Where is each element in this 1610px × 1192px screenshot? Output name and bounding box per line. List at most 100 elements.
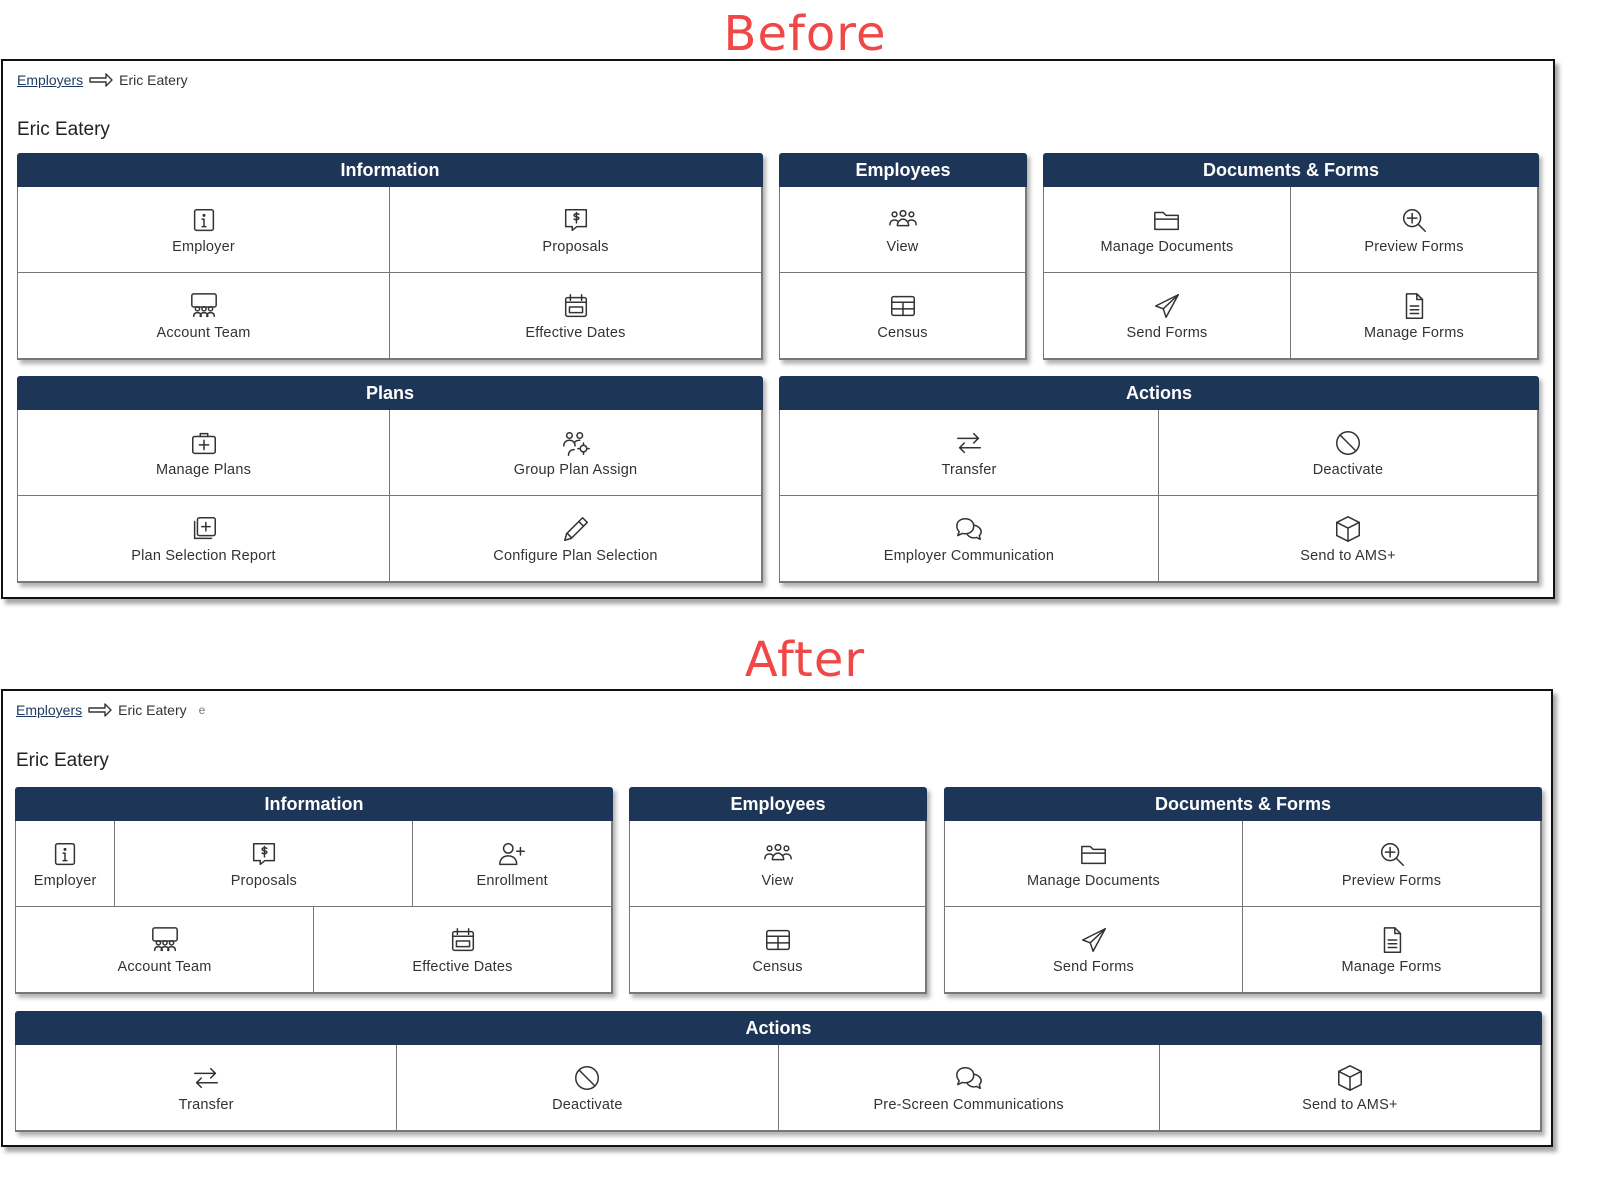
send-to-ams-tile[interactable]: Send to AMS+ xyxy=(1159,496,1538,582)
proposals-tile[interactable]: Proposals xyxy=(115,821,414,907)
transfer-tile[interactable]: Transfer xyxy=(16,1045,398,1131)
group-gear-icon xyxy=(561,428,591,458)
tile-label: Employer xyxy=(172,238,235,255)
tile-label: Group Plan Assign xyxy=(513,461,638,478)
manage-forms-tile[interactable]: Manage Forms xyxy=(1291,273,1538,359)
pre-screen-communications-tile[interactable]: Pre-Screen Communications xyxy=(778,1045,1160,1131)
account-team-tile[interactable]: Account Team xyxy=(16,907,314,993)
tile-label: Manage Forms xyxy=(1341,958,1442,975)
tile-label: Manage Plans xyxy=(155,461,252,478)
send-forms-tile[interactable]: Send Forms xyxy=(1044,273,1291,359)
pencil-icon xyxy=(561,514,591,544)
tile-label: Preview Forms xyxy=(1341,872,1442,889)
breadcrumb-current: Eric Eatery xyxy=(118,702,187,718)
transfer-arrows-icon xyxy=(954,428,984,458)
panel-header: Plans xyxy=(17,376,763,410)
manage-forms-tile[interactable]: Manage Forms xyxy=(1243,907,1541,993)
tile-label: Send to AMS+ xyxy=(1302,1096,1398,1113)
team-icon xyxy=(189,291,219,321)
actions-panel: Actions Transfer Deactivate Pre-Screen C… xyxy=(15,1011,1542,1132)
preview-forms-tile[interactable]: Preview Forms xyxy=(1291,187,1538,273)
send-to-ams-tile[interactable]: Send to AMS+ xyxy=(1159,1045,1541,1131)
zoom-in-icon xyxy=(1399,205,1429,235)
layers-plus-icon xyxy=(189,514,219,544)
breadcrumb-employers-link[interactable]: Employers xyxy=(16,702,82,718)
stray-text: e xyxy=(198,703,206,717)
tile-label: Effective Dates xyxy=(525,324,626,341)
view-tile[interactable]: View xyxy=(630,821,926,907)
census-tile[interactable]: Census xyxy=(630,907,926,993)
tile-label: Manage Documents xyxy=(1027,872,1160,889)
account-team-tile[interactable]: Account Team xyxy=(18,273,390,359)
census-tile[interactable]: Census xyxy=(780,273,1026,359)
panel-header: Employees xyxy=(779,153,1027,187)
tile-label: Account Team xyxy=(117,958,212,975)
tile-label: Deactivate xyxy=(1312,461,1384,478)
breadcrumb: Employers Eric Eatery e xyxy=(16,702,205,718)
view-tile[interactable]: View xyxy=(780,187,1026,273)
tile-label: Transfer xyxy=(941,461,997,478)
deactivate-tile[interactable]: Deactivate xyxy=(1159,410,1538,496)
panel-header: Employees xyxy=(629,787,927,821)
effective-dates-tile[interactable]: Effective Dates xyxy=(390,273,762,359)
caption-after: After xyxy=(744,632,866,688)
employer-tile[interactable]: Employer xyxy=(18,187,390,273)
zoom-in-icon xyxy=(1377,839,1407,869)
info-icon xyxy=(189,205,219,235)
employees-panel: Employees View Census xyxy=(629,787,927,994)
tile-label: Proposals xyxy=(542,238,609,255)
dollar-chat-icon xyxy=(249,839,279,869)
transfer-arrows-icon xyxy=(191,1063,221,1093)
table-icon xyxy=(763,925,793,955)
deactivate-tile[interactable]: Deactivate xyxy=(397,1045,779,1131)
plan-selection-report-tile[interactable]: Plan Selection Report xyxy=(18,496,390,582)
tile-label: Transfer xyxy=(178,1096,234,1113)
tile-label: Send Forms xyxy=(1126,324,1208,341)
plans-panel: Plans Manage Plans Group Plan Assign Pla… xyxy=(17,376,763,583)
group-plan-assign-tile[interactable]: Group Plan Assign xyxy=(390,410,762,496)
manage-plans-tile[interactable]: Manage Plans xyxy=(18,410,390,496)
tile-label: Plan Selection Report xyxy=(131,547,276,564)
effective-dates-tile[interactable]: Effective Dates xyxy=(314,907,612,993)
documents-forms-panel: Documents & Forms Manage Documents Previ… xyxy=(1043,153,1539,360)
transfer-tile[interactable]: Transfer xyxy=(780,410,1159,496)
send-forms-tile[interactable]: Send Forms xyxy=(945,907,1243,993)
ban-icon xyxy=(572,1063,602,1093)
employees-panel: Employees View Census xyxy=(779,153,1027,360)
after-frame: Employers Eric Eatery e Eric Eatery Info… xyxy=(1,689,1553,1147)
proposals-tile[interactable]: Proposals xyxy=(390,187,762,273)
actions-panel: Actions Transfer Deactivate Employer Com… xyxy=(779,376,1539,583)
preview-forms-tile[interactable]: Preview Forms xyxy=(1243,821,1541,907)
before-frame: Employers Eric Eatery Eric Eatery Inform… xyxy=(1,59,1555,599)
tile-label: Effective Dates xyxy=(412,958,513,975)
tile-label: Proposals xyxy=(230,872,297,889)
dollar-chat-icon xyxy=(561,205,591,235)
cube-icon xyxy=(1335,1063,1365,1093)
employer-tile[interactable]: Employer xyxy=(16,821,116,907)
tile-label: Send Forms xyxy=(1053,958,1134,975)
tile-label: Enrollment xyxy=(476,872,548,889)
panel-header: Actions xyxy=(779,376,1539,410)
tile-label: Census xyxy=(752,958,803,975)
tile-label: Employer xyxy=(33,872,97,889)
manage-documents-tile[interactable]: Manage Documents xyxy=(1044,187,1291,273)
ban-icon xyxy=(1333,428,1363,458)
employer-communication-tile[interactable]: Employer Communication xyxy=(780,496,1159,582)
enrollment-tile[interactable]: Enrollment xyxy=(413,821,612,907)
table-icon xyxy=(888,291,918,321)
breadcrumb-current: Eric Eatery xyxy=(119,72,188,88)
tile-label: Account Team xyxy=(156,324,251,341)
information-panel: Information Employer Proposals Account T… xyxy=(17,153,763,360)
user-plus-icon xyxy=(497,839,527,869)
configure-plan-selection-tile[interactable]: Configure Plan Selection xyxy=(390,496,762,582)
tile-label: Manage Forms xyxy=(1364,324,1464,341)
tile-label: Pre-Screen Communications xyxy=(873,1096,1064,1113)
people-icon xyxy=(763,839,793,869)
documents-forms-panel: Documents & Forms Manage Documents Previ… xyxy=(944,787,1542,994)
chat-bubbles-icon xyxy=(954,1063,984,1093)
panel-header: Actions xyxy=(15,1011,1542,1045)
team-icon xyxy=(150,925,180,955)
breadcrumb-employers-link[interactable]: Employers xyxy=(17,72,83,88)
paper-plane-icon xyxy=(1152,291,1182,321)
manage-documents-tile[interactable]: Manage Documents xyxy=(945,821,1243,907)
